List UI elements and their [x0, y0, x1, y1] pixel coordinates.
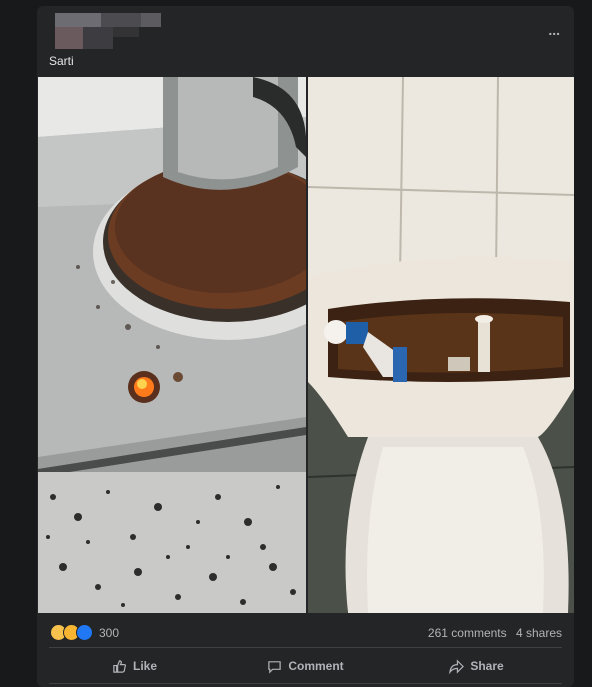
divider — [49, 647, 562, 648]
blurred-avatar[interactable] — [55, 13, 101, 27]
post-card: Sarti ... 300 261 comments 4 shares Like… — [37, 6, 574, 687]
comment-icon — [268, 660, 282, 674]
share-icon — [449, 658, 465, 674]
toilet-photo[interactable] — [308, 77, 574, 613]
post-header: Sarti ... — [37, 6, 574, 78]
blurred-avatar-part — [113, 27, 139, 37]
share-label: Share — [470, 659, 504, 673]
engagement-counts: 261 comments 4 shares — [422, 626, 562, 640]
blurred-avatar-part — [55, 27, 83, 49]
like-button[interactable]: Like — [49, 651, 220, 681]
author-name[interactable]: Sarti — [49, 54, 74, 68]
shares-count[interactable]: 4 shares — [516, 626, 562, 640]
post-stats: 300 261 comments 4 shares — [37, 618, 574, 648]
like-icon — [113, 659, 127, 673]
stove-photo[interactable] — [38, 77, 306, 613]
ellipsis-icon: ... — [548, 22, 560, 38]
comment-button[interactable]: Comment — [220, 651, 391, 681]
blurred-avatar-part — [101, 13, 141, 27]
like-reaction-icon — [76, 624, 93, 641]
blurred-avatar-part — [141, 13, 161, 27]
share-button[interactable]: Share — [391, 651, 562, 681]
like-label: Like — [132, 659, 157, 673]
blurred-avatar-part — [83, 27, 113, 49]
reaction-count[interactable]: 300 — [99, 626, 119, 640]
comment-label: Comment — [288, 659, 344, 673]
comments-count[interactable]: 261 comments — [428, 626, 507, 640]
more-options-button[interactable]: ... — [548, 22, 560, 38]
post-actions: Like Comment Share — [49, 651, 562, 681]
divider — [49, 683, 562, 684]
